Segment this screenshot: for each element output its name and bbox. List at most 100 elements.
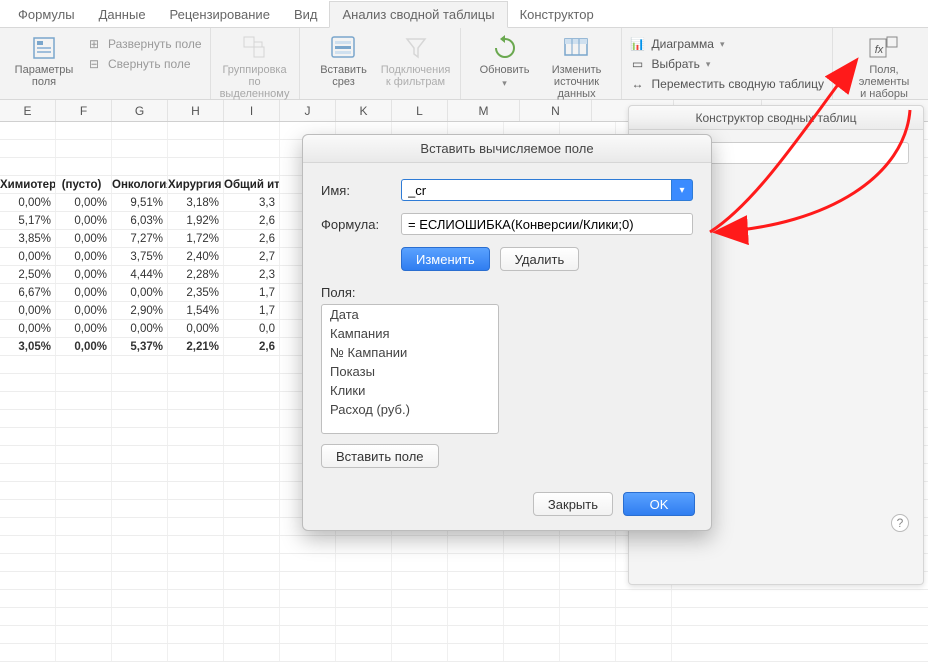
cell[interactable]: 9,51% [112, 194, 168, 211]
cell[interactable] [56, 392, 112, 409]
cell[interactable] [168, 392, 224, 409]
cell[interactable]: 3,05% [0, 338, 56, 355]
cell[interactable]: 1,72% [168, 230, 224, 247]
cell[interactable] [224, 554, 280, 571]
cell[interactable] [112, 446, 168, 463]
cell[interactable] [112, 428, 168, 445]
cell[interactable] [168, 428, 224, 445]
cell[interactable]: 0,00% [56, 284, 112, 301]
cell[interactable]: 0,00% [56, 248, 112, 265]
cell[interactable] [224, 482, 280, 499]
col-h[interactable]: I [224, 100, 280, 121]
cell[interactable] [224, 536, 280, 553]
cell[interactable] [56, 572, 112, 589]
cell[interactable] [56, 446, 112, 463]
cell[interactable]: Химиотерапия [0, 176, 56, 193]
cell[interactable] [168, 122, 224, 139]
cell[interactable]: 4,44% [112, 266, 168, 283]
cell[interactable] [168, 446, 224, 463]
cell[interactable] [0, 410, 56, 427]
cell[interactable] [56, 356, 112, 373]
cell[interactable]: 1,7 [224, 302, 280, 319]
cell[interactable] [0, 392, 56, 409]
cell[interactable] [168, 626, 224, 643]
list-item[interactable]: Клики [322, 381, 498, 400]
cell[interactable]: 0,00% [0, 320, 56, 337]
cell[interactable]: 5,17% [0, 212, 56, 229]
cell[interactable] [112, 374, 168, 391]
cell[interactable]: 1,7 [224, 284, 280, 301]
cell[interactable] [0, 374, 56, 391]
cell[interactable]: 6,67% [0, 284, 56, 301]
cell[interactable]: Онкология [112, 176, 168, 193]
cell[interactable] [56, 644, 112, 661]
cell[interactable] [168, 500, 224, 517]
cell[interactable] [168, 158, 224, 175]
cell[interactable] [224, 590, 280, 607]
cell[interactable] [112, 410, 168, 427]
cell[interactable] [112, 590, 168, 607]
cell[interactable] [0, 122, 56, 139]
col-h[interactable]: H [168, 100, 224, 121]
insert-field-button[interactable]: Вставить поле [321, 444, 439, 468]
cell[interactable] [56, 374, 112, 391]
cell[interactable] [112, 140, 168, 157]
cell[interactable] [168, 608, 224, 625]
cell[interactable]: 2,90% [112, 302, 168, 319]
info-icon[interactable]: ? [891, 514, 909, 532]
col-h[interactable]: G [112, 100, 168, 121]
cell[interactable] [56, 590, 112, 607]
cell[interactable] [0, 554, 56, 571]
cell[interactable]: 5,37% [112, 338, 168, 355]
list-item[interactable]: Кампания [322, 324, 498, 343]
cell[interactable]: 0,00% [168, 320, 224, 337]
cell[interactable] [0, 356, 56, 373]
cell[interactable] [168, 572, 224, 589]
cell[interactable] [56, 158, 112, 175]
cell[interactable] [56, 608, 112, 625]
cell[interactable]: 2,40% [168, 248, 224, 265]
cell[interactable] [112, 392, 168, 409]
collapse-field[interactable]: ⊟Свернуть поле [86, 56, 202, 72]
table-row[interactable] [0, 590, 928, 608]
cell[interactable]: 2,3 [224, 266, 280, 283]
cell[interactable] [168, 410, 224, 427]
cell[interactable]: 3,85% [0, 230, 56, 247]
cell[interactable] [224, 572, 280, 589]
cell[interactable]: 1,92% [168, 212, 224, 229]
cell[interactable] [224, 158, 280, 175]
cell[interactable] [224, 356, 280, 373]
close-button[interactable]: Закрыть [533, 492, 613, 516]
cell[interactable] [56, 626, 112, 643]
cell[interactable]: 2,7 [224, 248, 280, 265]
cell[interactable] [224, 392, 280, 409]
cell[interactable]: 2,50% [0, 266, 56, 283]
col-h[interactable]: F [56, 100, 112, 121]
delete-button[interactable]: Удалить [500, 247, 580, 271]
cell[interactable] [0, 518, 56, 535]
col-h[interactable]: E [0, 100, 56, 121]
cell[interactable]: 2,6 [224, 230, 280, 247]
table-row[interactable] [0, 608, 928, 626]
cell[interactable] [168, 536, 224, 553]
expand-field[interactable]: ⊞Развернуть поле [86, 36, 202, 52]
cell[interactable]: 0,00% [56, 230, 112, 247]
cell[interactable]: 7,27% [112, 230, 168, 247]
cell[interactable] [0, 590, 56, 607]
cell[interactable] [0, 158, 56, 175]
cell[interactable] [0, 464, 56, 481]
col-h[interactable]: K [336, 100, 392, 121]
cell[interactable] [112, 482, 168, 499]
cell[interactable]: 2,6 [224, 212, 280, 229]
col-h[interactable]: M [448, 100, 520, 121]
cell[interactable] [0, 536, 56, 553]
cell[interactable] [112, 608, 168, 625]
cell[interactable]: 2,21% [168, 338, 224, 355]
cell[interactable] [56, 500, 112, 517]
cell[interactable] [168, 482, 224, 499]
cell[interactable]: 0,00% [112, 320, 168, 337]
cell[interactable]: 0,00% [56, 338, 112, 355]
cell[interactable] [0, 608, 56, 625]
cell[interactable] [224, 464, 280, 481]
cell[interactable] [168, 140, 224, 157]
